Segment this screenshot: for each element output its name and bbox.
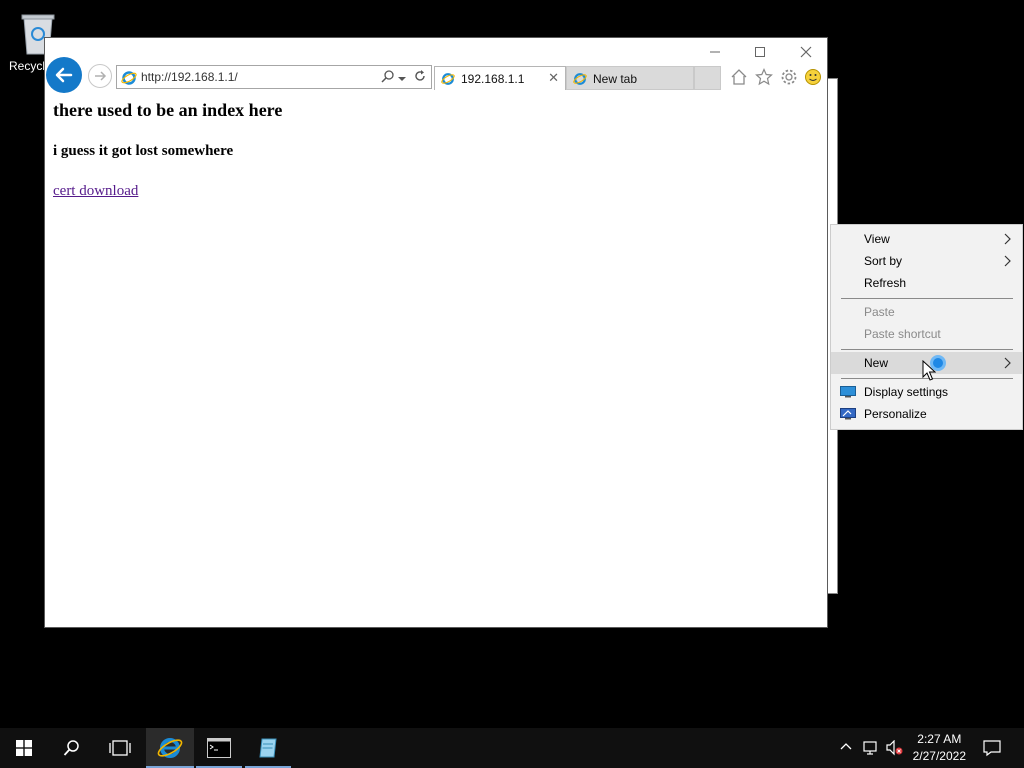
- arrow-left-icon: [55, 67, 73, 83]
- tab-new-tab[interactable]: New tab: [566, 66, 694, 90]
- page-heading: there used to be an index here: [53, 100, 283, 120]
- volume-muted-icon: [886, 739, 903, 756]
- refresh-icon[interactable]: [413, 69, 427, 86]
- title-bar[interactable]: [45, 38, 827, 64]
- menu-item-personalize[interactable]: Personalize: [831, 403, 1022, 425]
- clock-time: 2:27 AM: [917, 732, 962, 746]
- desktop[interactable]: Recycl http://192.168.1.1/ 192.168.1.1 ✕…: [0, 0, 1024, 728]
- cert-download-link[interactable]: cert download: [53, 183, 138, 200]
- internet-explorer-icon: [157, 738, 183, 758]
- menu-item-label: Paste shortcut: [864, 327, 941, 341]
- menu-item-label: Display settings: [864, 385, 949, 399]
- menu-item-label: New: [864, 356, 889, 370]
- minimize-button[interactable]: [699, 41, 731, 63]
- page-subheading: i guess it got lost somewhere: [53, 143, 234, 159]
- menu-item-display-settings[interactable]: Display settings: [831, 381, 1022, 403]
- menu-item-view[interactable]: View: [831, 228, 1022, 250]
- desktop-context-menu: View Sort by Refresh Paste Paste shortcu…: [830, 224, 1023, 430]
- recycle-bin-label: Recycl: [9, 59, 46, 73]
- task-view-icon: [109, 740, 131, 756]
- home-button[interactable]: [728, 66, 750, 88]
- show-hidden-icons-button[interactable]: [839, 739, 853, 756]
- search-icon: [63, 740, 79, 756]
- internet-explorer-window: http://192.168.1.1/ 192.168.1.1 ✕ New ta…: [44, 37, 828, 628]
- menu-item-label: Paste: [864, 305, 895, 319]
- address-bar[interactable]: http://192.168.1.1/: [116, 65, 432, 89]
- volume-button[interactable]: [886, 739, 904, 759]
- tab-192-168-1-1[interactable]: 192.168.1.1 ✕: [434, 66, 566, 90]
- menu-item-refresh[interactable]: Refresh: [831, 272, 1022, 294]
- taskbar: 2:27 AM 2/27/2022: [0, 728, 1024, 768]
- maximize-button[interactable]: [744, 41, 776, 63]
- internet-explorer-icon: [121, 71, 137, 85]
- address-url: http://192.168.1.1/: [141, 70, 238, 84]
- command-prompt-icon: [207, 738, 231, 758]
- home-icon: [731, 69, 747, 85]
- menu-separator: [841, 349, 1013, 350]
- network-button[interactable]: [863, 740, 879, 759]
- settings-button[interactable]: [778, 66, 800, 88]
- smiley-icon: [805, 69, 821, 85]
- internet-explorer-icon: [441, 73, 455, 85]
- chevron-right-icon: [1004, 352, 1012, 380]
- close-icon: [800, 46, 812, 58]
- taskbar-notepad[interactable]: [245, 728, 291, 768]
- notification-icon: [983, 740, 1001, 757]
- start-icon: [16, 740, 32, 756]
- task-view-button[interactable]: [96, 728, 144, 768]
- system-clock[interactable]: 2:27 AM 2/27/2022: [913, 731, 966, 765]
- taskbar-command-prompt[interactable]: [196, 728, 242, 768]
- tab-label: 192.168.1.1: [461, 72, 525, 86]
- menu-separator: [841, 298, 1013, 299]
- menu-item-label: View: [864, 232, 890, 246]
- star-icon: [755, 68, 773, 86]
- gear-icon: [781, 69, 797, 85]
- tab-close-icon[interactable]: ✕: [548, 70, 559, 86]
- notepad-icon: [259, 738, 277, 758]
- menu-item-label: Personalize: [864, 407, 927, 421]
- back-button[interactable]: [46, 57, 82, 93]
- minimize-icon: [710, 51, 720, 53]
- menu-item-sort-by[interactable]: Sort by: [831, 250, 1022, 272]
- arrow-right-icon: [95, 71, 107, 81]
- new-tab-button[interactable]: [694, 66, 721, 90]
- internet-explorer-icon: [573, 73, 587, 85]
- search-icon[interactable]: [381, 69, 395, 86]
- forward-button[interactable]: [88, 64, 112, 88]
- menu-item-label: Refresh: [864, 276, 907, 290]
- feedback-button[interactable]: [802, 66, 824, 88]
- search-button[interactable]: [48, 728, 96, 768]
- menu-item-label: Sort by: [864, 254, 903, 268]
- menu-item-paste-shortcut[interactable]: Paste shortcut: [831, 323, 1022, 345]
- tab-label: New tab: [593, 72, 638, 86]
- favorites-button[interactable]: [753, 66, 775, 88]
- dropdown-icon[interactable]: [398, 72, 406, 86]
- taskbar-internet-explorer[interactable]: [146, 728, 194, 768]
- menu-item-paste[interactable]: Paste: [831, 301, 1022, 323]
- chevron-up-icon: [840, 743, 852, 750]
- action-center-button[interactable]: [983, 739, 1001, 760]
- busy-spinner-icon: [930, 355, 946, 371]
- network-icon: [863, 741, 877, 755]
- maximize-icon: [755, 47, 765, 57]
- clock-date: 2/27/2022: [912, 749, 966, 763]
- display-icon: [840, 386, 856, 398]
- personalize-icon: [840, 408, 856, 420]
- start-button[interactable]: [0, 728, 48, 768]
- close-button[interactable]: [790, 41, 822, 63]
